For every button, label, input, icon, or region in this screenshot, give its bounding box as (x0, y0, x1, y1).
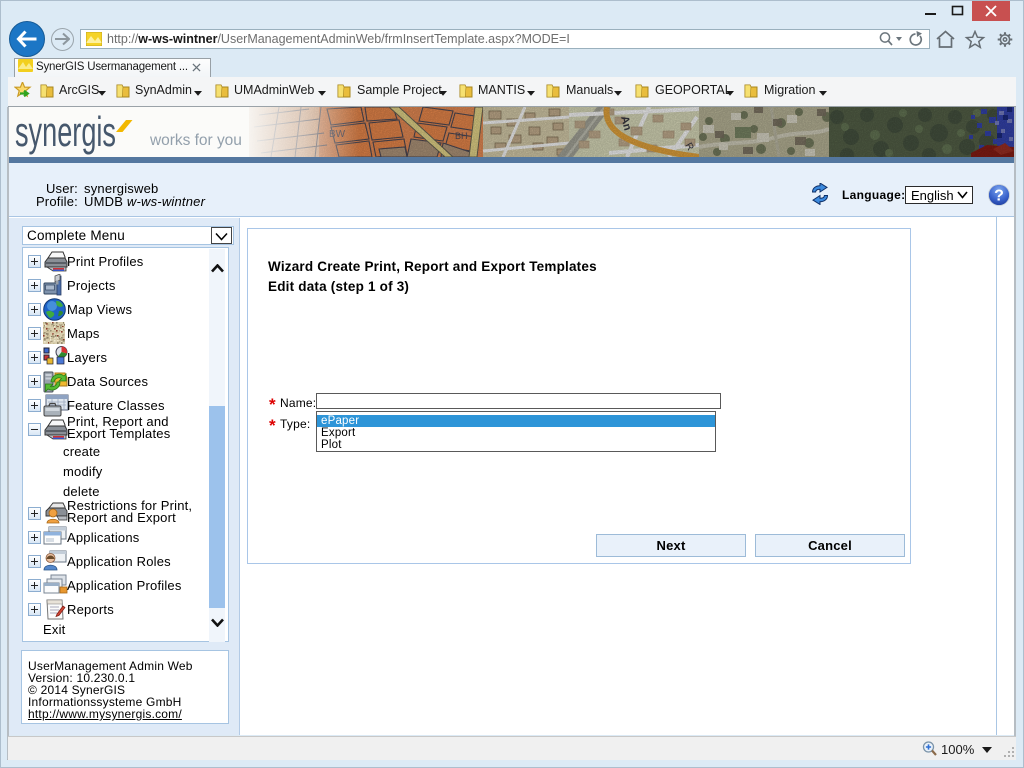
svg-text:synergis: synergis (15, 108, 116, 155)
svg-text:?: ? (994, 188, 1004, 205)
svg-text:works for you: works for you (149, 132, 243, 149)
